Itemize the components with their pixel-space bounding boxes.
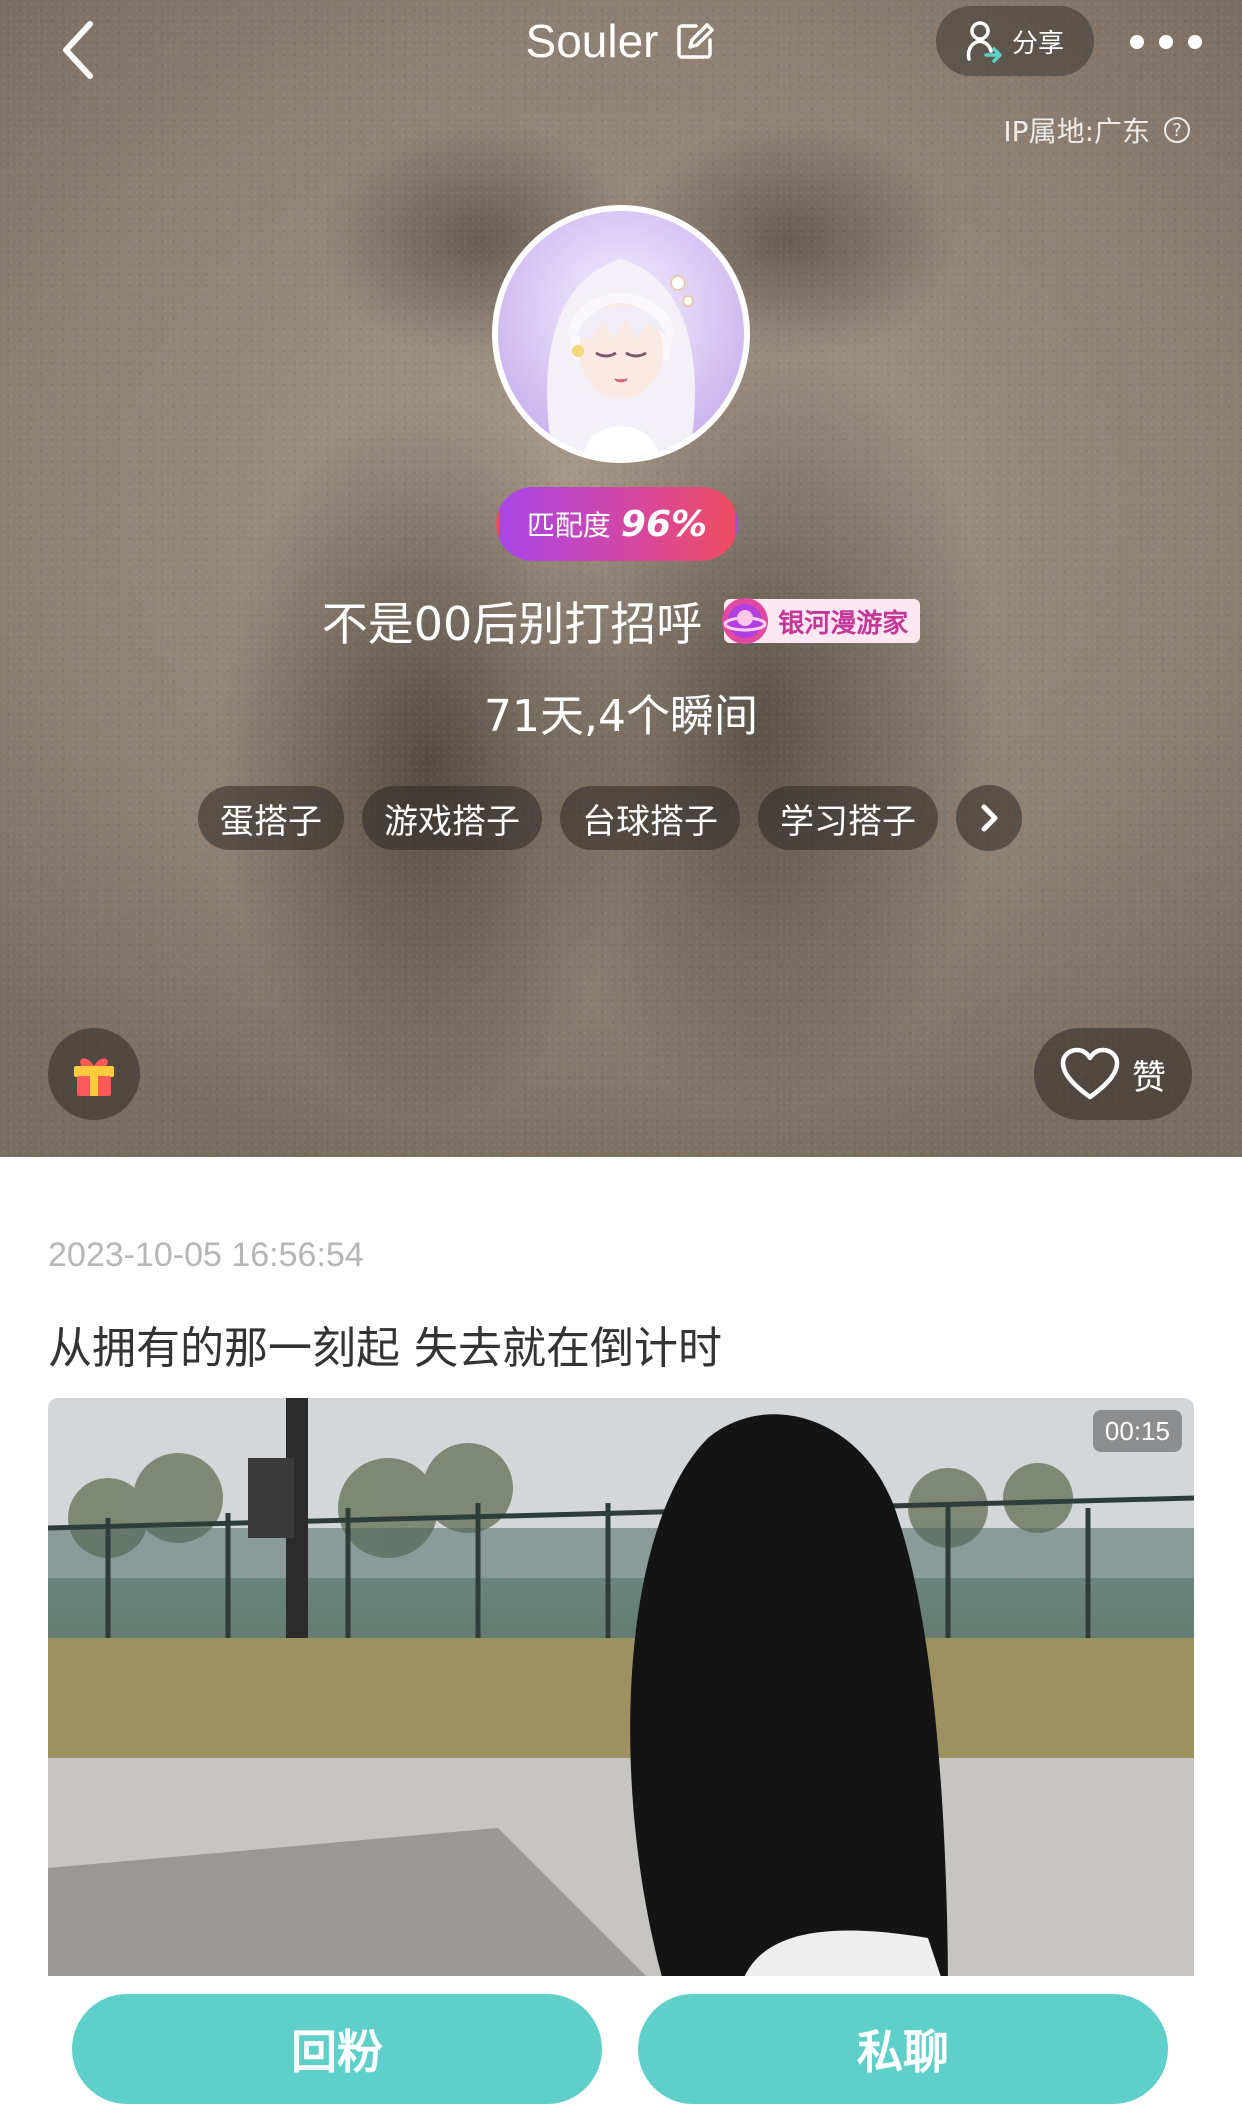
like-label: 赞 xyxy=(1132,1057,1166,1098)
tag-item[interactable]: 蛋搭子 xyxy=(198,786,344,850)
more-button[interactable] xyxy=(1130,22,1202,62)
page-title[interactable]: Souler xyxy=(526,14,717,68)
match-badge[interactable]: 匹配度 96% xyxy=(496,487,738,561)
video-duration: 00:15 xyxy=(1092,1410,1182,1452)
name-row: 不是00后别打招呼 银河漫游家 xyxy=(0,588,1242,654)
heart-icon xyxy=(1060,1047,1120,1100)
bottom-action-bar: 回粉 私聊 xyxy=(0,1976,1242,2123)
edit-icon xyxy=(677,23,715,59)
more-icon-dot xyxy=(1188,35,1202,49)
profile-cover: Souler 分享 IP属地:广东 ? 匹配度 96% 不是00后别打招呼 银河… xyxy=(0,0,1242,1157)
more-icon-dot xyxy=(1159,35,1173,49)
avatar[interactable] xyxy=(492,205,750,463)
share-label: 分享 xyxy=(1011,28,1064,59)
username: 不是00后别打招呼 xyxy=(321,597,703,651)
post-text: 从拥有的那一刻起 失去就在倒计时 xyxy=(48,1323,722,1374)
private-chat-button[interactable]: 私聊 xyxy=(638,1994,1168,2104)
share-user-icon xyxy=(966,21,1002,63)
tag-item[interactable]: 游戏搭子 xyxy=(362,786,542,850)
gift-icon xyxy=(74,1058,114,1096)
title-badge-label: 银河漫游家 xyxy=(778,608,909,639)
chevron-right-icon xyxy=(981,804,998,832)
post-timestamp: 2023-10-05 16:56:54 xyxy=(48,1236,364,1274)
video-thumbnail xyxy=(48,1398,1194,1998)
match-label: 匹配度 xyxy=(526,509,611,542)
title-badge[interactable]: 银河漫游家 xyxy=(722,598,921,644)
tag-item[interactable]: 学习搭子 xyxy=(758,786,938,850)
match-value: 96% xyxy=(620,503,708,545)
planet-badge-icon xyxy=(722,598,769,644)
cover-texture xyxy=(0,0,1242,1157)
profile-stats: 71天,4个瞬间 xyxy=(484,691,758,742)
share-button[interactable]: 分享 xyxy=(936,6,1094,76)
more-icon-dot xyxy=(1130,35,1144,49)
page-title-text: Souler xyxy=(525,15,659,67)
tag-item[interactable]: 台球搭子 xyxy=(560,786,740,850)
interest-tags: 蛋搭子 游戏搭子 台球搭子 学习搭子 xyxy=(198,785,1022,851)
gift-button[interactable] xyxy=(48,1028,140,1120)
like-button[interactable]: 赞 xyxy=(1034,1028,1192,1120)
ip-location-text: IP属地:广东 xyxy=(1003,115,1150,148)
tags-more-button[interactable] xyxy=(956,785,1022,851)
follow-back-button[interactable]: 回粉 xyxy=(72,1994,602,2104)
help-icon: ? xyxy=(1164,117,1190,143)
ip-location[interactable]: IP属地:广东 ? xyxy=(1003,110,1190,150)
avatar-illustration xyxy=(498,211,744,457)
post-video[interactable]: 00:15 xyxy=(48,1398,1194,1998)
